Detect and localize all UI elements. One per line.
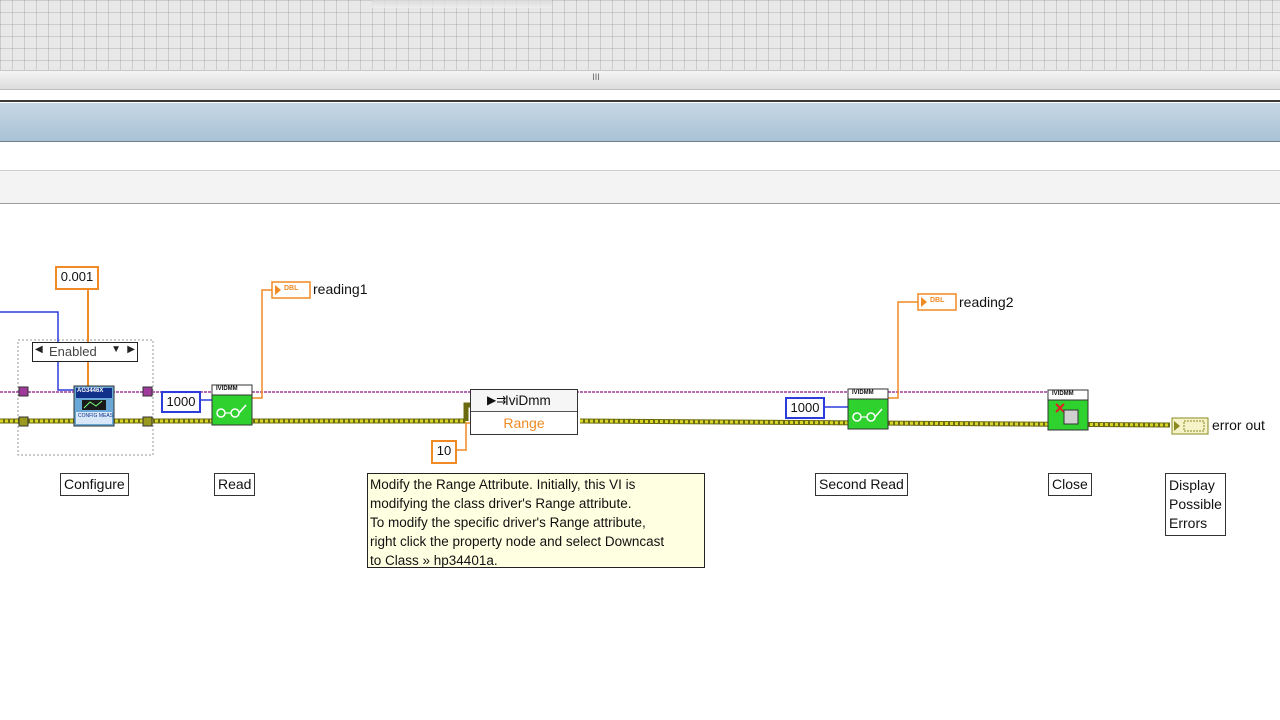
step-label-close: Close bbox=[1048, 473, 1092, 496]
comment-line: To modify the specific driver's Range at… bbox=[370, 515, 646, 530]
reading2-label: reading2 bbox=[959, 294, 1014, 310]
wire-reading1 bbox=[252, 289, 272, 399]
configure-subvi-title: AG3446X bbox=[77, 388, 104, 394]
second-read-subvi-title: IVIDMM bbox=[852, 390, 874, 396]
step-label-read: Read bbox=[214, 473, 256, 496]
max-time-constant-2[interactable]: 1000 bbox=[785, 397, 825, 419]
configure-terminal-refnum-in bbox=[18, 386, 29, 397]
display-errors-line: Possible bbox=[1169, 496, 1222, 512]
step-label-display-errors: Display Possible Errors bbox=[1165, 473, 1226, 536]
max-time-constant-1[interactable]: 1000 bbox=[161, 391, 201, 413]
range-attribute-comment: Modify the Range Attribute. Initially, t… bbox=[367, 473, 705, 568]
comment-line: modifying the class driver's Range attri… bbox=[370, 496, 632, 511]
comment-line: right click the property node and select… bbox=[370, 534, 665, 549]
enum-decrement-icon[interactable]: ◀ bbox=[35, 344, 43, 355]
comment-line: to Class » hp34401a. bbox=[370, 553, 498, 568]
enum-increment-icon[interactable]: ▶ bbox=[127, 344, 135, 355]
property-node-class: IviDmm bbox=[505, 393, 551, 408]
configure-terminal-error-out bbox=[142, 416, 153, 427]
error-out-indicator-icon[interactable] bbox=[1171, 417, 1209, 435]
close-subvi-title: IVIDMM bbox=[1052, 391, 1074, 397]
enum-value: Enabled bbox=[49, 344, 97, 359]
reading2-type: DBL bbox=[930, 297, 945, 304]
reading1-label: reading1 bbox=[313, 281, 368, 297]
display-errors-line: Errors bbox=[1169, 515, 1208, 531]
comment-line: Modify the Range Attribute. Initially, t… bbox=[370, 477, 636, 492]
configure-terminal-error-in bbox=[18, 416, 29, 427]
property-node-range[interactable]: Range bbox=[471, 412, 577, 434]
enum-dropdown-icon[interactable]: ▼ bbox=[111, 344, 121, 355]
property-node-header: ▶⇉ IviDmm bbox=[471, 390, 577, 412]
display-errors-line: Display bbox=[1169, 477, 1215, 493]
block-diagram bbox=[0, 281, 1209, 456]
error-out-label: error out bbox=[1212, 417, 1265, 433]
enum-constant[interactable]: ◀ Enabled ▼ ▶ bbox=[32, 342, 138, 362]
resolution-constant[interactable]: 0.001 bbox=[55, 266, 99, 290]
range-constant[interactable]: 10 bbox=[431, 440, 457, 464]
reading1-type: DBL bbox=[284, 285, 299, 292]
property-node[interactable]: ▶⇉ IviDmm Range bbox=[470, 389, 578, 435]
property-node-refnum-icon: ▶⇉ bbox=[487, 393, 507, 407]
step-label-configure: Configure bbox=[60, 473, 129, 496]
read-subvi-title: IVIDMM bbox=[216, 386, 238, 392]
wire-reading2 bbox=[888, 301, 918, 399]
configure-terminal-refnum-out bbox=[142, 386, 153, 397]
configure-subvi-subtitle: CONFIG MEAS bbox=[78, 413, 114, 419]
step-label-second-read: Second Read bbox=[815, 473, 908, 496]
